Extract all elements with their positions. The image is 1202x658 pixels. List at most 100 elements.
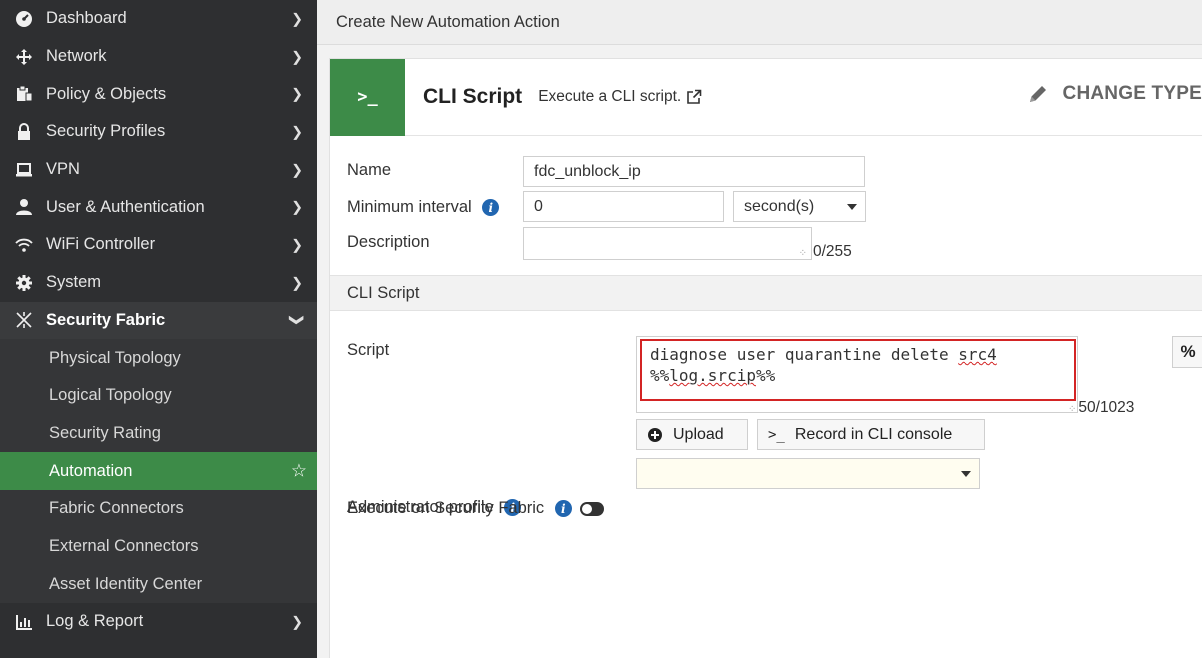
info-icon[interactable]: i <box>482 199 500 217</box>
sidebar-item-label: Network <box>46 47 107 66</box>
chevron-right-icon: ❯ <box>291 48 303 65</box>
interval-unit-value: second(s) <box>744 197 815 215</box>
sidebar-subitem-external-connectors[interactable]: External Connectors <box>0 527 317 566</box>
lock-icon <box>14 122 34 142</box>
sidebar-item-log-report[interactable]: Log & Report ❯ <box>0 603 317 641</box>
execute-on-fabric-toggle[interactable] <box>580 501 605 516</box>
sidebar-subitem-logical-topology[interactable]: Logical Topology <box>0 376 317 415</box>
resize-handle-icon[interactable]: ⁘ <box>1068 404 1076 415</box>
sidebar-item-policy-objects[interactable]: Policy & Objects ❯ <box>0 75 317 113</box>
dashboard-icon <box>14 9 34 29</box>
sidebar-subitem-security-rating[interactable]: Security Rating <box>0 414 317 453</box>
chevron-right-icon: ❯ <box>291 236 303 253</box>
sidebar-item-label: WiFi Controller <box>46 235 156 254</box>
name-label: Name <box>347 161 392 179</box>
sidebar-item-label: System <box>46 273 102 292</box>
change-type-label: CHANGE TYPE <box>1062 83 1202 104</box>
fabric-icon <box>14 310 34 330</box>
action-form-card: >_ CLI Script Execute a CLI script. CHAN… <box>329 58 1202 658</box>
minimum-interval-input[interactable]: 0 <box>523 191 724 222</box>
chevron-right-icon: ❯ <box>291 613 303 630</box>
sidebar-subitem-fabric-connectors[interactable]: Fabric Connectors <box>0 489 317 528</box>
page-title: Create New Automation Action <box>317 0 1202 45</box>
chevron-right-icon: ❯ <box>291 198 303 215</box>
upload-button[interactable]: Upload <box>636 419 748 450</box>
action-type-description-text: Execute a CLI script. <box>538 88 682 105</box>
action-type-header: >_ CLI Script Execute a CLI script. CHAN… <box>330 58 1202 136</box>
sidebar-subitem-automation[interactable]: Automation ☆ <box>0 452 317 490</box>
minimum-interval-label: Minimum interval i <box>347 198 500 217</box>
sidebar-item-label: Policy & Objects <box>46 84 167 103</box>
sidebar-subitem-label: Asset Identity Center <box>49 574 203 593</box>
sidebar-item-label: Dashboard <box>46 9 127 28</box>
sidebar-item-vpn[interactable]: VPN ❯ <box>0 151 317 189</box>
execute-on-fabric-label: Execute on Security Fabric i <box>347 499 605 518</box>
wifi-icon <box>14 235 34 255</box>
chart-icon <box>14 612 34 632</box>
pencil-icon <box>1029 86 1046 102</box>
sidebar-subitem-label: Automation <box>49 461 133 480</box>
script-label: Script <box>347 341 390 359</box>
chevron-right-icon: ❯ <box>291 85 303 102</box>
sidebar: Dashboard ❯ Network ❯ Policy & Objects ❯… <box>0 0 317 658</box>
plus-circle-icon <box>647 427 663 443</box>
sidebar-item-user-authentication[interactable]: User & Authentication ❯ <box>0 188 317 226</box>
chevron-right-icon: ❯ <box>291 10 303 27</box>
sidebar-item-dashboard[interactable]: Dashboard ❯ <box>0 0 317 38</box>
upload-button-label: Upload <box>673 425 724 443</box>
user-icon <box>14 197 34 217</box>
sidebar-item-security-fabric[interactable]: Security Fabric ❯ <box>0 301 317 340</box>
script-text-line2a: %% <box>650 366 670 385</box>
sidebar-item-security-profiles[interactable]: Security Profiles ❯ <box>0 113 317 151</box>
chevron-down-icon: ❯ <box>289 314 306 327</box>
chevron-right-icon: ❯ <box>291 123 303 140</box>
external-link-icon[interactable] <box>686 89 702 105</box>
description-counter: 0/255 <box>813 243 852 260</box>
script-content[interactable]: diagnose user quarantine delete src4 %%l… <box>640 339 1076 401</box>
sidebar-subitem-asset-identity-center[interactable]: Asset Identity Center <box>0 565 317 603</box>
script-text-misspelled: src4 <box>958 345 997 364</box>
sidebar-item-label: User & Authentication <box>46 197 205 216</box>
variable-percent-button[interactable]: % <box>1172 336 1202 368</box>
action-type-description: Execute a CLI script. <box>538 88 702 106</box>
sidebar-subitem-physical-topology[interactable]: Physical Topology <box>0 339 317 377</box>
sidebar-item-label: Security Fabric <box>46 310 166 329</box>
sidebar-item-system[interactable]: System ❯ <box>0 264 317 302</box>
sidebar-item-label: Security Profiles <box>46 122 166 141</box>
chevron-right-icon: ❯ <box>291 274 303 291</box>
sidebar-item-wifi-controller[interactable]: WiFi Controller ❯ <box>0 226 317 264</box>
caret-down-icon <box>847 203 857 210</box>
interval-unit-select[interactable]: second(s) <box>733 191 866 222</box>
network-icon <box>14 47 34 67</box>
script-text-misspelled: log.srcip <box>669 366 756 385</box>
sidebar-item-label: Log & Report <box>46 612 144 631</box>
sidebar-subitem-label: Physical Topology <box>49 348 181 367</box>
caret-down-icon <box>961 470 971 477</box>
sidebar-subitem-label: Logical Topology <box>49 386 172 405</box>
description-textarea[interactable]: ⁘ <box>523 227 812 260</box>
sidebar-item-label: VPN <box>46 160 80 179</box>
name-input[interactable]: fdc_unblock_ip <box>523 156 865 187</box>
administrator-profile-select[interactable] <box>636 458 980 489</box>
sidebar-subitem-label: Security Rating <box>49 423 161 442</box>
terminal-icon: >_ <box>768 426 785 443</box>
gear-icon <box>14 273 34 293</box>
script-text-line1: diagnose user quarantine delete <box>650 345 959 364</box>
script-counter: ⁘ 50/1023 <box>1068 399 1134 417</box>
change-type-button[interactable]: CHANGE TYPE <box>1027 83 1202 105</box>
main-content: Create New Automation Action >_ CLI Scri… <box>317 0 1202 658</box>
resize-handle-icon[interactable]: ⁘ <box>799 248 807 259</box>
sidebar-subitem-label: Fabric Connectors <box>49 499 184 518</box>
star-icon[interactable]: ☆ <box>291 461 307 482</box>
sidebar-subitem-label: External Connectors <box>49 536 199 555</box>
description-label: Description <box>347 233 430 251</box>
script-text-line2c: %% <box>755 366 776 385</box>
action-type-title: CLI Script <box>423 85 523 108</box>
sidebar-item-network[interactable]: Network ❯ <box>0 38 317 76</box>
minimum-interval-label-text: Minimum interval <box>347 198 472 216</box>
cli-terminal-icon: >_ <box>330 58 405 136</box>
chevron-right-icon: ❯ <box>291 161 303 178</box>
execute-on-fabric-text: Execute on Security Fabric <box>347 499 545 517</box>
record-cli-console-button[interactable]: >_ Record in CLI console <box>757 419 985 450</box>
info-icon[interactable]: i <box>554 500 572 518</box>
